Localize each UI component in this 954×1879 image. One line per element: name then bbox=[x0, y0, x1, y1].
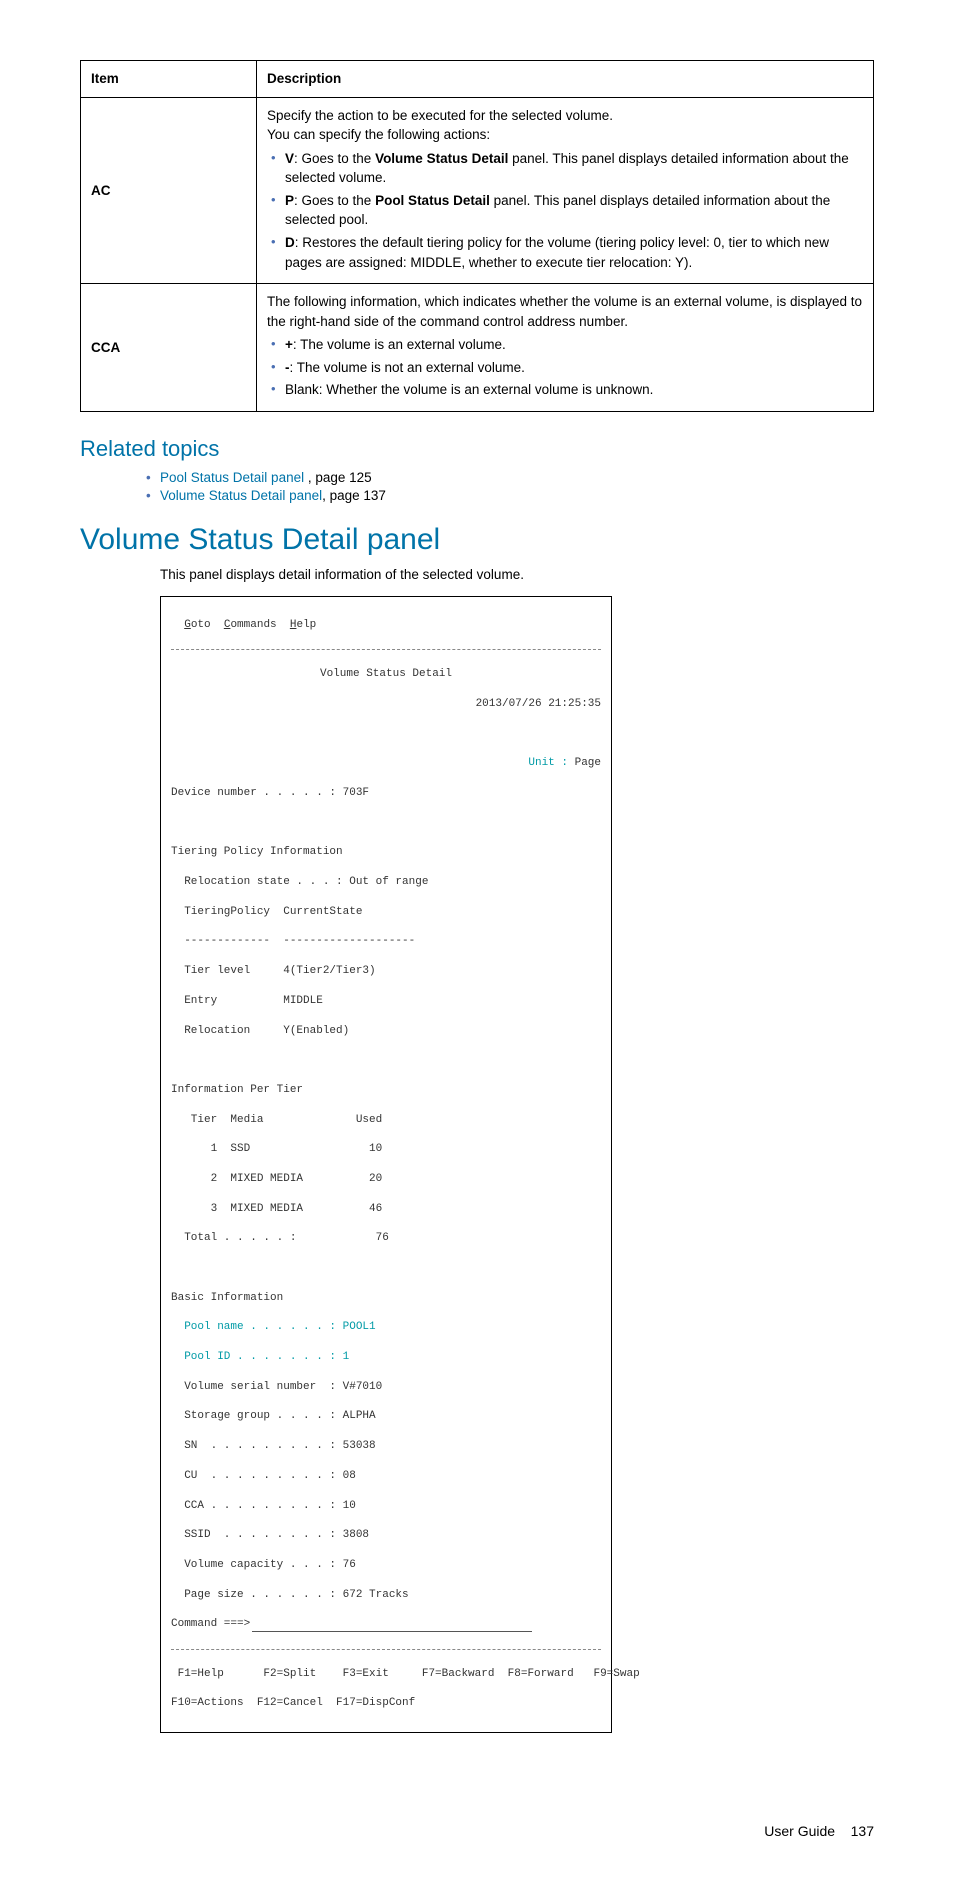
fkeys-row: F10=Actions F12=Cancel F17=DispConf bbox=[171, 1696, 601, 1711]
item-cell-ac: AC bbox=[81, 97, 257, 284]
list-item: Pool Status Detail panel , page 125 bbox=[160, 470, 874, 485]
list-item: +: The volume is an external volume. bbox=[285, 335, 863, 355]
bullet-text: Blank: Whether the volume is an external… bbox=[285, 382, 653, 397]
bullet-key: P bbox=[285, 193, 294, 208]
bullet-text: : The volume is not an external volume. bbox=[290, 360, 525, 375]
tpi-row: Entry MIDDLE bbox=[171, 994, 601, 1009]
table-header-row: Item Description bbox=[81, 61, 874, 98]
table-row: AC Specify the action to be executed for… bbox=[81, 97, 874, 284]
unit-value: Page bbox=[575, 757, 601, 769]
bi-pool-name[interactable]: Pool name . . . . . . : POOL1 bbox=[171, 1320, 601, 1335]
command-line[interactable]: Command ===> bbox=[171, 1617, 601, 1632]
bullet-key: D bbox=[285, 235, 295, 250]
terminal-divider bbox=[171, 649, 601, 650]
tpi-row: Relocation Y(Enabled) bbox=[171, 1024, 601, 1039]
bi-row: CU . . . . . . . . . : 08 bbox=[171, 1469, 601, 1484]
menu-help: elp bbox=[296, 619, 316, 631]
terminal-divider bbox=[171, 1649, 601, 1650]
tpi-heading: Tiering Policy Information bbox=[171, 845, 601, 860]
bi-heading: Basic Information bbox=[171, 1291, 601, 1306]
desc-intro: You can specify the following actions: bbox=[267, 125, 863, 145]
desc-intro: The following information, which indicat… bbox=[267, 292, 863, 331]
bi-row: CCA . . . . . . . . . : 10 bbox=[171, 1499, 601, 1514]
tpi-row: Tier level 4(Tier2/Tier3) bbox=[171, 964, 601, 979]
bi-pool-id[interactable]: Pool ID . . . . . . . : 1 bbox=[171, 1350, 601, 1365]
tpi-row: Relocation state . . . : Out of range bbox=[171, 875, 601, 890]
command-input-underline bbox=[252, 1631, 532, 1632]
desc-cell-cca: The following information, which indicat… bbox=[257, 284, 874, 412]
terminal-blank bbox=[171, 1261, 601, 1276]
table-row: CCA The following information, which ind… bbox=[81, 284, 874, 412]
bullet-text: : Goes to the bbox=[294, 193, 375, 208]
bi-row: SSID . . . . . . . . : 3808 bbox=[171, 1528, 601, 1543]
bi-row: Volume capacity . . . : 76 bbox=[171, 1558, 601, 1573]
command-prompt: Command ===> bbox=[171, 1618, 250, 1630]
terminal-panel: Goto Commands Help Volume Status Detail … bbox=[160, 596, 612, 1733]
bi-row: Storage group . . . . : ALPHA bbox=[171, 1409, 601, 1424]
list-item: Volume Status Detail panel, page 137 bbox=[160, 488, 874, 503]
list-item: Blank: Whether the volume is an external… bbox=[285, 380, 863, 400]
link-volume-status-detail[interactable]: Volume Status Detail panel bbox=[160, 488, 322, 503]
bullet-text: : Goes to the bbox=[294, 151, 375, 166]
fkeys-row: F1=Help F2=Split F3=Exit F7=Backward F8=… bbox=[171, 1667, 601, 1682]
ipt-row: 1 SSD 10 bbox=[171, 1142, 601, 1157]
description-table: Item Description AC Specify the action t… bbox=[80, 60, 874, 412]
related-topics-list: Pool Status Detail panel , page 125 Volu… bbox=[160, 470, 874, 503]
section-intro: This panel displays detail information o… bbox=[160, 567, 874, 582]
header-item: Item bbox=[81, 61, 257, 98]
item-cell-cca: CCA bbox=[81, 284, 257, 412]
terminal-unit: Unit : Page bbox=[171, 756, 601, 771]
link-pool-status-detail[interactable]: Pool Status Detail panel bbox=[160, 470, 308, 485]
bi-row: SN . . . . . . . . . : 53038 bbox=[171, 1439, 601, 1454]
menu-commands: ommands bbox=[230, 619, 289, 631]
list-item: -: The volume is not an external volume. bbox=[285, 358, 863, 378]
footer-page-number: 137 bbox=[851, 1823, 874, 1839]
page-ref: , page 125 bbox=[308, 470, 372, 485]
ipt-row: 3 MIXED MEDIA 46 bbox=[171, 1202, 601, 1217]
footer-label: User Guide bbox=[764, 1823, 835, 1839]
bullet-text: : Restores the default tiering policy fo… bbox=[285, 235, 829, 270]
terminal-title: Volume Status Detail bbox=[171, 667, 601, 682]
desc-bullets: V: Goes to the Volume Status Detail pane… bbox=[267, 149, 863, 272]
list-item: P: Goes to the Pool Status Detail panel.… bbox=[285, 191, 863, 230]
ipt-row: Tier Media Used bbox=[171, 1113, 601, 1128]
bullet-key2: Volume Status Detail bbox=[375, 151, 508, 166]
unit-label: Unit : bbox=[528, 757, 574, 769]
bi-pool-name-text: Pool name . . . . . . : POOL1 bbox=[184, 1321, 375, 1333]
tpi-row: TieringPolicy CurrentState bbox=[171, 905, 601, 920]
menu-goto: oto bbox=[191, 619, 224, 631]
bullet-text: : The volume is an external volume. bbox=[293, 337, 506, 352]
ipt-heading: Information Per Tier bbox=[171, 1083, 601, 1098]
terminal-blank bbox=[171, 1053, 601, 1068]
page-ref: , page 137 bbox=[322, 488, 386, 503]
ipt-row: 2 MIXED MEDIA 20 bbox=[171, 1172, 601, 1187]
page-footer: User Guide 137 bbox=[80, 1823, 874, 1839]
desc-cell-ac: Specify the action to be executed for th… bbox=[257, 97, 874, 284]
ipt-row: Total . . . . . : 76 bbox=[171, 1231, 601, 1246]
related-topics-heading: Related topics bbox=[80, 436, 874, 462]
list-item: V: Goes to the Volume Status Detail pane… bbox=[285, 149, 863, 188]
bi-row: Page size . . . . . . : 672 Tracks bbox=[171, 1588, 601, 1603]
bullet-key2: Pool Status Detail bbox=[375, 193, 490, 208]
desc-bullets: +: The volume is an external volume. -: … bbox=[267, 335, 863, 400]
list-item: D: Restores the default tiering policy f… bbox=[285, 233, 863, 272]
desc-intro: Specify the action to be executed for th… bbox=[267, 106, 863, 126]
bi-row: Volume serial number : V#7010 bbox=[171, 1380, 601, 1395]
terminal-device: Device number . . . . . : 703F bbox=[171, 786, 601, 801]
bi-pool-id-text: Pool ID . . . . . . . : 1 bbox=[184, 1351, 349, 1363]
menu-goto-key: G bbox=[184, 619, 191, 631]
terminal-blank bbox=[171, 727, 601, 742]
terminal-timestamp: 2013/07/26 21:25:35 bbox=[171, 697, 601, 712]
bullet-key: + bbox=[285, 337, 293, 352]
bullet-key: V bbox=[285, 151, 294, 166]
section-heading: Volume Status Detail panel bbox=[80, 523, 874, 557]
tpi-row: ------------- -------------------- bbox=[171, 934, 601, 949]
terminal-blank bbox=[171, 816, 601, 831]
terminal-menu: Goto Commands Help bbox=[171, 618, 601, 633]
header-description: Description bbox=[257, 61, 874, 98]
terminal-wrap: Goto Commands Help Volume Status Detail … bbox=[160, 596, 874, 1733]
